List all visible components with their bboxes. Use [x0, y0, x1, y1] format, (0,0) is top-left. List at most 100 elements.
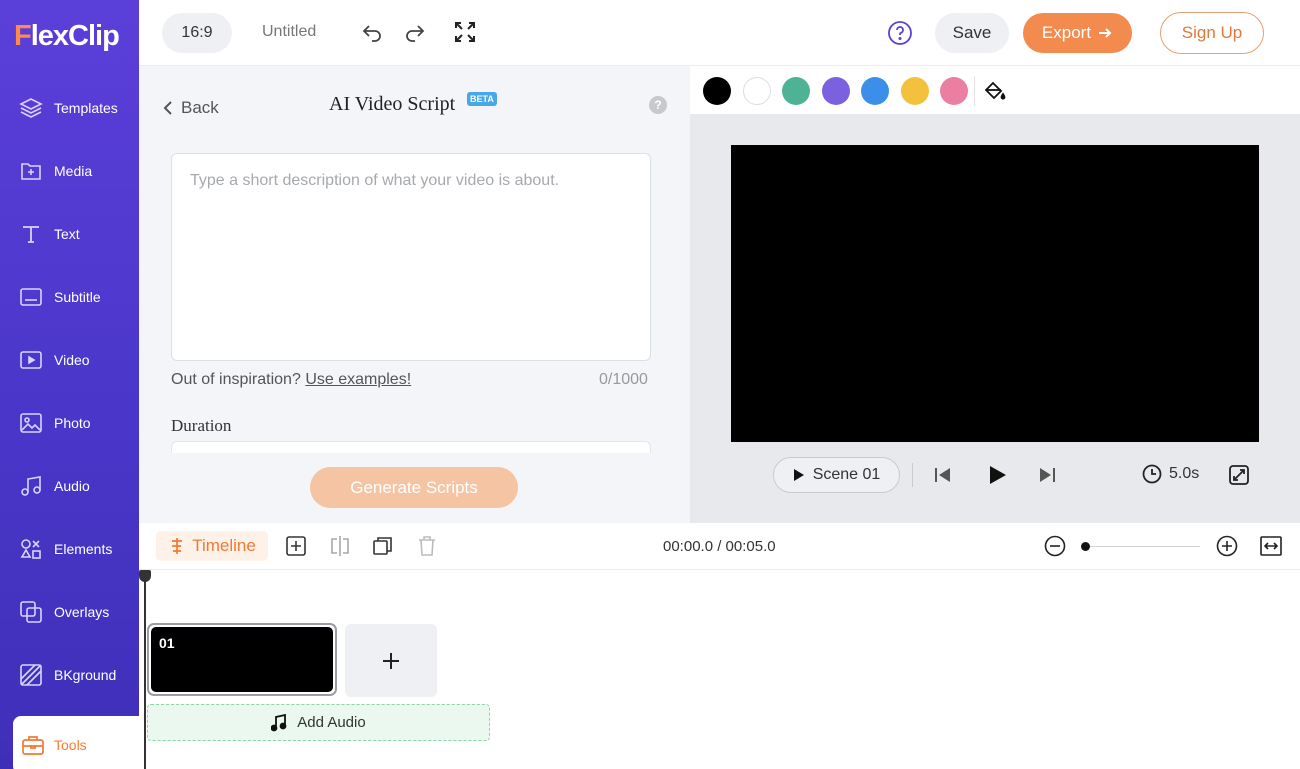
sidebar-item-templates[interactable]: Templates: [0, 79, 139, 137]
tab-timeline[interactable]: Timeline: [156, 531, 268, 561]
scene-clip[interactable]: 01: [147, 623, 337, 696]
playhead-handle[interactable]: [139, 570, 151, 582]
export-button[interactable]: Export: [1023, 13, 1132, 53]
overlays-icon: [20, 601, 42, 623]
timeline-toolbar: Timeline 00:00.0 / 00:05.0: [139, 523, 1300, 570]
layers-icon: [19, 98, 43, 118]
aspect-ratio-button[interactable]: 16:9: [162, 13, 232, 53]
scene-duration[interactable]: 5.0s: [1142, 464, 1199, 484]
sign-up-button[interactable]: Sign Up: [1160, 12, 1264, 54]
scene-clip-thumbnail: 01: [151, 627, 333, 692]
clock-icon: [1142, 464, 1162, 484]
background-color-bar: [690, 66, 1300, 114]
zoom-in-icon[interactable]: [1216, 535, 1238, 557]
split-icon[interactable]: [329, 535, 351, 557]
folder-plus-icon: [21, 163, 41, 180]
export-label: Export: [1041, 23, 1092, 42]
duration-label: Duration: [171, 416, 232, 435]
panel-help-icon[interactable]: ?: [649, 96, 667, 114]
sidebar-item-label: Video: [54, 352, 90, 368]
sidebar-item-elements[interactable]: Elements: [0, 520, 139, 578]
video-canvas[interactable]: [731, 145, 1259, 442]
char-counter: 0/1000: [599, 371, 648, 388]
zoom-slider-track[interactable]: [1085, 546, 1200, 547]
chevron-left-icon: [163, 101, 172, 115]
fullscreen-icon[interactable]: [453, 20, 477, 44]
help-icon[interactable]: [887, 20, 913, 46]
add-audio-button[interactable]: Add Audio: [147, 704, 490, 741]
color-swatch-white[interactable]: [743, 77, 771, 105]
sidebar-item-label: Elements: [54, 541, 113, 557]
inspiration-text: Out of inspiration?: [171, 371, 301, 388]
description-input[interactable]: [171, 153, 651, 361]
project-title[interactable]: Untitled: [262, 23, 316, 41]
play-scene-button[interactable]: Scene 01: [773, 457, 900, 493]
scene-label: Scene 01: [812, 466, 881, 483]
skip-back-icon[interactable]: [931, 463, 955, 487]
timeline-track-area: 01 Add Audio: [139, 570, 1300, 769]
sidebar-item-text[interactable]: Text: [0, 205, 139, 263]
duplicate-icon[interactable]: [372, 535, 394, 557]
preview-area: Scene 01 5.0s: [690, 114, 1300, 523]
sidebar-item-video[interactable]: Video: [0, 331, 139, 389]
trash-icon[interactable]: [416, 535, 438, 557]
generate-scripts-button[interactable]: Generate Scripts: [310, 467, 518, 508]
use-examples-link[interactable]: Use examples!: [305, 371, 411, 388]
inspiration-line: Out of inspiration? Use examples!: [171, 371, 411, 389]
music-note-icon: [271, 713, 287, 731]
sidebar-item-tools[interactable]: Tools: [13, 716, 139, 769]
clip-number: 01: [159, 635, 175, 651]
panel-title: AI Video Script: [329, 93, 456, 115]
timeline-label: Timeline: [192, 536, 256, 555]
elements-icon: [20, 539, 41, 559]
save-button[interactable]: Save: [935, 13, 1009, 53]
color-swatch-pink[interactable]: [940, 77, 968, 105]
sidebar-item-label: Tools: [54, 737, 87, 753]
sidebar-item-audio[interactable]: Audio: [0, 457, 139, 515]
play-icon[interactable]: [985, 463, 1009, 487]
video-icon: [20, 351, 42, 369]
sidebar-item-label: Photo: [54, 415, 91, 431]
add-scene-icon[interactable]: [285, 535, 307, 557]
sidebar-item-label: Subtitle: [54, 289, 101, 305]
fit-timeline-icon[interactable]: [1260, 535, 1282, 557]
sidebar-item-media[interactable]: Media: [0, 142, 139, 200]
color-swatch-green[interactable]: [782, 77, 810, 105]
undo-icon[interactable]: [360, 20, 384, 44]
color-swatch-blue[interactable]: [861, 77, 889, 105]
music-icon: [21, 476, 41, 496]
subtitle-icon: [20, 288, 42, 306]
text-icon: [23, 226, 39, 243]
photo-icon: [20, 413, 42, 433]
sidebar-item-subtitle[interactable]: Subtitle: [0, 268, 139, 326]
divider: [912, 463, 913, 487]
toolbox-icon: [22, 736, 44, 755]
zoom-out-icon[interactable]: [1044, 535, 1066, 557]
sidebar: FlexClip Templates Media Text Subtitle V…: [0, 0, 139, 769]
expand-icon[interactable]: [1228, 464, 1250, 486]
color-swatch-yellow[interactable]: [901, 77, 929, 105]
add-scene-button[interactable]: [345, 624, 437, 697]
plus-icon: [383, 652, 399, 669]
back-button[interactable]: Back: [163, 98, 219, 118]
add-audio-label: Add Audio: [297, 714, 366, 731]
color-swatch-black[interactable]: [703, 77, 731, 105]
zoom-slider-handle[interactable]: [1081, 542, 1090, 551]
timeline-icon: [172, 538, 183, 554]
duration-value: 5.0s: [1169, 465, 1200, 482]
sidebar-item-bkground[interactable]: BKground: [0, 646, 139, 704]
sidebar-item-overlays[interactable]: Overlays: [0, 583, 139, 641]
flexclip-logo[interactable]: FlexClip: [14, 20, 120, 53]
sidebar-item-label: Text: [54, 226, 80, 242]
playhead-line[interactable]: [144, 570, 146, 769]
redo-icon[interactable]: [403, 20, 427, 44]
sidebar-item-label: BKground: [54, 667, 117, 683]
ai-script-panel: Back AI Video Script BETA ? Out of inspi…: [139, 66, 690, 523]
color-swatch-purple[interactable]: [822, 77, 850, 105]
sidebar-item-photo[interactable]: Photo: [0, 394, 139, 452]
paint-bucket-icon[interactable]: [982, 78, 1008, 104]
top-bar: 16:9 Untitled Save Export Sign Up: [139, 0, 1300, 66]
duration-field[interactable]: [171, 441, 651, 453]
skip-forward-icon[interactable]: [1035, 463, 1059, 487]
sidebar-item-label: Templates: [54, 100, 118, 116]
